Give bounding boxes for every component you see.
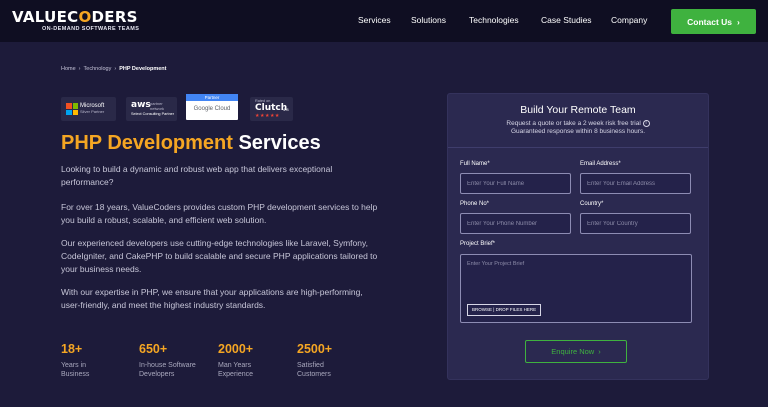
email-field[interactable] bbox=[580, 173, 691, 194]
stat-value: 18+ bbox=[61, 342, 83, 356]
stat-label: Years in Business bbox=[61, 362, 90, 378]
phone-label: Phone No* bbox=[460, 201, 490, 207]
nav-services[interactable]: Services bbox=[358, 15, 391, 25]
page-title-accent: PHP Development bbox=[61, 132, 233, 154]
page-title: PHP Development Services bbox=[61, 132, 321, 155]
site-header: VALUECODERS ON-DEMAND SOFTWARE TEAMS Ser… bbox=[0, 0, 768, 42]
technologies-paragraph: Our experienced developers use cutting-e… bbox=[61, 238, 378, 274]
enquire-now-button[interactable]: Enquire Now › bbox=[525, 340, 627, 363]
aws-network-text: network bbox=[150, 106, 165, 111]
breadcrumb-separator: › bbox=[78, 66, 81, 72]
logo-prefix: VALUE bbox=[12, 8, 68, 26]
nav-technologies[interactable]: Technologies bbox=[469, 15, 519, 25]
form-subtitle-trial: Request a quote or take a 2 week risk fr… bbox=[506, 120, 641, 128]
browse-files-button[interactable]: BROWSE | DROP FILES HERE bbox=[467, 304, 542, 316]
contact-us-button[interactable]: Contact Us › bbox=[671, 9, 756, 34]
clutch-score: 4.8 bbox=[283, 107, 289, 112]
star-rating-icon: ★★★★★ bbox=[255, 113, 280, 119]
full-name-label: Full Name* bbox=[460, 161, 490, 167]
form-subtitle-response: Guaranteed response within 8 business ho… bbox=[510, 128, 646, 136]
remote-team-form: Build Your Remote Team Request a quote o… bbox=[447, 93, 709, 380]
expertise-paragraph: With our expertise in PHP, we ensure tha… bbox=[61, 287, 363, 310]
clutch-rating-badge: Rated on Clutch 4.8 ★★★★★ bbox=[250, 97, 293, 121]
stat-label: Satisfied Customers bbox=[297, 362, 331, 378]
aws-partner-badge: aws partner network Select Consulting Pa… bbox=[126, 97, 177, 121]
info-icon[interactable]: i bbox=[642, 120, 650, 127]
country-label: Country* bbox=[580, 201, 604, 207]
project-brief-label: Project Brief* bbox=[460, 241, 496, 247]
stat-label: Man Years Experience bbox=[218, 362, 254, 378]
google-cloud-logo: Google Cloud bbox=[193, 106, 231, 112]
email-label: Email Address* bbox=[580, 161, 621, 167]
project-brief-placeholder: Enter Your Project Brief bbox=[467, 261, 525, 267]
chevron-right-icon: › bbox=[598, 347, 601, 356]
logo-o: O bbox=[78, 8, 92, 26]
stat-value: 2500+ bbox=[297, 342, 333, 356]
experience-paragraph: For over 18 years, ValueCoders provides … bbox=[61, 202, 378, 225]
stat-experience: 2000+ Man Years Experience bbox=[218, 342, 288, 379]
microsoft-partner-badge: Microsoft Silver Partner bbox=[61, 97, 116, 121]
microsoft-badge-tier: Silver Partner bbox=[80, 109, 105, 114]
stat-label: In-house Software Developers bbox=[139, 362, 196, 378]
chevron-right-icon: › bbox=[737, 16, 740, 27]
microsoft-logo-icon bbox=[66, 103, 78, 115]
page-title-rest: Services bbox=[238, 132, 321, 154]
contact-us-label: Contact Us bbox=[687, 16, 733, 27]
logo-tagline: ON-DEMAND SOFTWARE TEAMS bbox=[42, 26, 140, 32]
project-brief-field[interactable]: Enter Your Project Brief BROWSE | DROP F… bbox=[460, 254, 692, 323]
valuecoders-logo[interactable]: VALUECODERS ON-DEMAND SOFTWARE TEAMS bbox=[12, 8, 140, 33]
full-name-field[interactable] bbox=[460, 173, 571, 194]
nav-company[interactable]: Company bbox=[611, 15, 647, 25]
stat-value: 2000+ bbox=[218, 342, 254, 356]
breadcrumb-home[interactable]: Home bbox=[61, 66, 76, 72]
phone-field[interactable] bbox=[460, 213, 571, 234]
stat-customers: 2500+ Satisfied Customers bbox=[297, 342, 367, 379]
intro-paragraph: Looking to build a dynamic and robust we… bbox=[61, 164, 333, 187]
breadcrumb-separator: › bbox=[114, 66, 117, 72]
country-field[interactable] bbox=[580, 213, 691, 234]
form-subtitle: Request a quote or take a 2 week risk fr… bbox=[448, 120, 708, 136]
form-divider bbox=[448, 147, 708, 148]
stat-years: 18+ Years in Business bbox=[61, 342, 131, 379]
google-cloud-partner-badge: Partner Google Cloud bbox=[186, 94, 238, 120]
breadcrumb-technology[interactable]: Technology bbox=[84, 66, 112, 72]
nav-solutions[interactable]: Solutions bbox=[411, 15, 446, 25]
form-title: Build Your Remote Team bbox=[520, 104, 636, 116]
aws-select-text: Select Consulting Partner bbox=[131, 112, 175, 116]
google-badge-partner: Partner bbox=[186, 94, 238, 101]
enquire-now-label: Enquire Now bbox=[551, 347, 595, 356]
stat-developers: 650+ In-house Software Developers bbox=[139, 342, 209, 379]
logo-wordmark: VALUECODERS bbox=[12, 8, 138, 26]
breadcrumb: Home › Technology › PHP Development bbox=[61, 66, 166, 72]
stat-value: 650+ bbox=[139, 342, 168, 356]
nav-case-studies[interactable]: Case Studies bbox=[541, 15, 592, 25]
aws-logo-icon: aws bbox=[131, 100, 151, 110]
breadcrumb-current: PHP Development bbox=[119, 66, 167, 72]
